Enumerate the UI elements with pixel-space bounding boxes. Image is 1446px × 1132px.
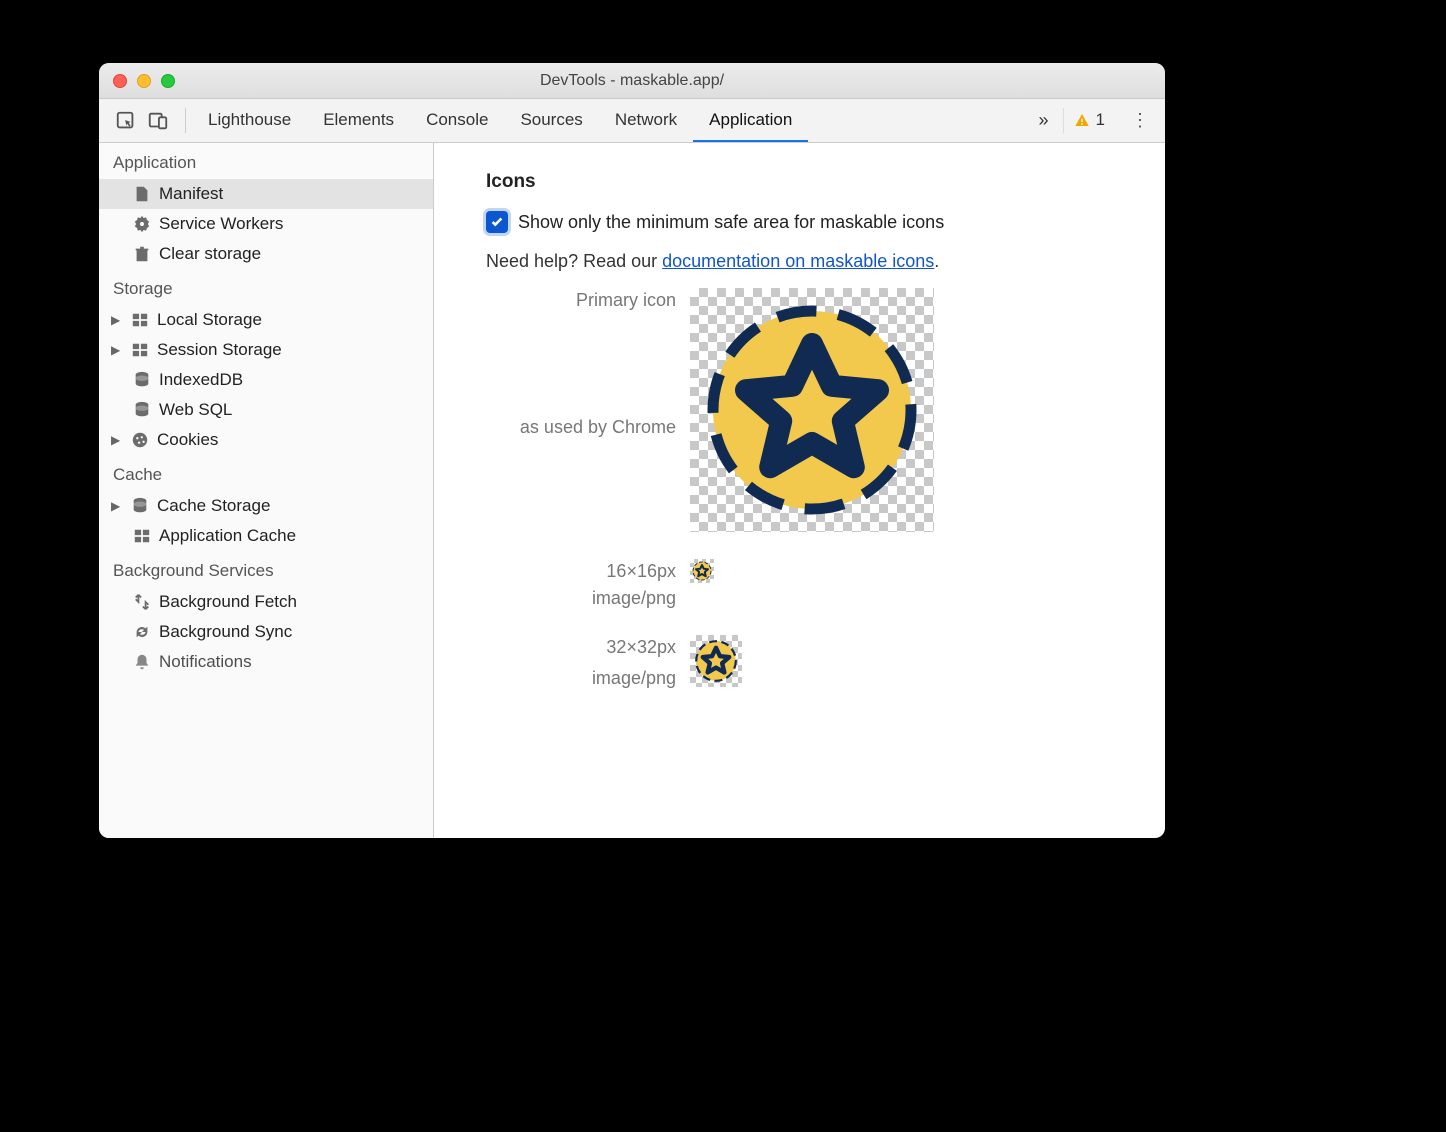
sidebar-item-application-cache[interactable]: Application Cache xyxy=(99,521,433,551)
sidebar-item-clear-storage[interactable]: Clear storage xyxy=(99,239,433,269)
star-icon xyxy=(694,639,738,683)
tab-console[interactable]: Console xyxy=(410,99,504,142)
sidebar-item-manifest[interactable]: Manifest xyxy=(99,179,433,209)
sidebar-item-indexeddb[interactable]: IndexedDB xyxy=(99,365,433,395)
trash-icon xyxy=(133,245,151,263)
cookie-icon xyxy=(131,431,149,449)
icon-preview-16 xyxy=(690,559,714,583)
icon-mime-32: image/png xyxy=(486,668,676,689)
safe-area-checkbox[interactable] xyxy=(486,211,508,233)
devtools-toolbar: Lighthouse Elements Console Sources Netw… xyxy=(99,99,1165,143)
tab-application[interactable]: Application xyxy=(693,99,808,142)
icon-mime-16: image/png xyxy=(486,588,676,609)
warnings-indicator[interactable]: 1 xyxy=(1063,108,1115,134)
help-text: Need help? Read our documentation on mas… xyxy=(486,251,1129,272)
warning-icon xyxy=(1074,112,1090,128)
warning-count: 1 xyxy=(1096,110,1105,130)
table-icon xyxy=(131,311,149,329)
application-sidebar: Application Manifest Service Workers Cle… xyxy=(99,143,434,838)
window-titlebar: DevTools - maskable.app/ xyxy=(99,63,1165,99)
docs-link[interactable]: documentation on maskable icons xyxy=(662,251,934,271)
primary-icon-label-1: Primary icon xyxy=(486,288,676,311)
table-icon xyxy=(133,527,151,545)
chevron-right-icon[interactable]: ▶ xyxy=(111,313,123,327)
device-toggle-icon[interactable] xyxy=(147,110,169,132)
database-icon xyxy=(133,401,151,419)
window-title: DevTools - maskable.app/ xyxy=(99,72,1165,90)
bell-icon xyxy=(133,653,151,671)
section-cache: Cache xyxy=(99,455,433,491)
safe-area-label: Show only the minimum safe area for mask… xyxy=(518,212,944,233)
icon-size-16: 16×16px xyxy=(486,559,676,582)
tab-lighthouse[interactable]: Lighthouse xyxy=(192,99,307,142)
inspect-element-icon[interactable] xyxy=(115,110,137,132)
chevron-right-icon[interactable]: ▶ xyxy=(111,343,123,357)
icons-heading: Icons xyxy=(486,171,1129,193)
devtools-window: DevTools - maskable.app/ Lighthouse Elem… xyxy=(99,63,1165,838)
sidebar-item-notifications[interactable]: Notifications xyxy=(99,647,433,677)
sync-icon xyxy=(133,623,151,641)
primary-icon-preview xyxy=(690,288,934,532)
star-icon xyxy=(702,300,922,520)
gear-icon xyxy=(133,215,151,233)
tab-elements[interactable]: Elements xyxy=(307,99,410,142)
chevron-right-icon[interactable]: ▶ xyxy=(111,499,123,513)
file-icon xyxy=(133,185,151,203)
star-icon xyxy=(692,561,712,581)
sidebar-item-background-sync[interactable]: Background Sync xyxy=(99,617,433,647)
sidebar-item-background-fetch[interactable]: Background Fetch xyxy=(99,587,433,617)
more-tabs-button[interactable]: » xyxy=(1025,110,1063,131)
database-icon xyxy=(131,497,149,515)
section-application: Application xyxy=(99,143,433,179)
tab-network[interactable]: Network xyxy=(599,99,693,142)
database-icon xyxy=(133,371,151,389)
check-icon xyxy=(490,215,504,229)
icon-preview-32 xyxy=(690,635,742,687)
sidebar-item-cache-storage[interactable]: ▶ Cache Storage xyxy=(99,491,433,521)
manifest-icons-panel: Icons Show only the minimum safe area fo… xyxy=(434,143,1165,838)
sidebar-item-service-workers[interactable]: Service Workers xyxy=(99,209,433,239)
primary-icon-label-2: as used by Chrome xyxy=(486,417,676,438)
chevron-right-icon[interactable]: ▶ xyxy=(111,433,123,447)
tab-sources[interactable]: Sources xyxy=(504,99,598,142)
panel-tabs: Lighthouse Elements Console Sources Netw… xyxy=(192,99,1025,142)
fetch-icon xyxy=(133,593,151,611)
sidebar-item-local-storage[interactable]: ▶ Local Storage xyxy=(99,305,433,335)
table-icon xyxy=(131,341,149,359)
settings-menu-button[interactable]: ⋮ xyxy=(1115,110,1165,131)
section-storage: Storage xyxy=(99,269,433,305)
sidebar-item-session-storage[interactable]: ▶ Session Storage xyxy=(99,335,433,365)
icon-size-32: 32×32px xyxy=(486,635,676,658)
sidebar-item-cookies[interactable]: ▶ Cookies xyxy=(99,425,433,455)
section-background-services: Background Services xyxy=(99,551,433,587)
sidebar-item-websql[interactable]: Web SQL xyxy=(99,395,433,425)
